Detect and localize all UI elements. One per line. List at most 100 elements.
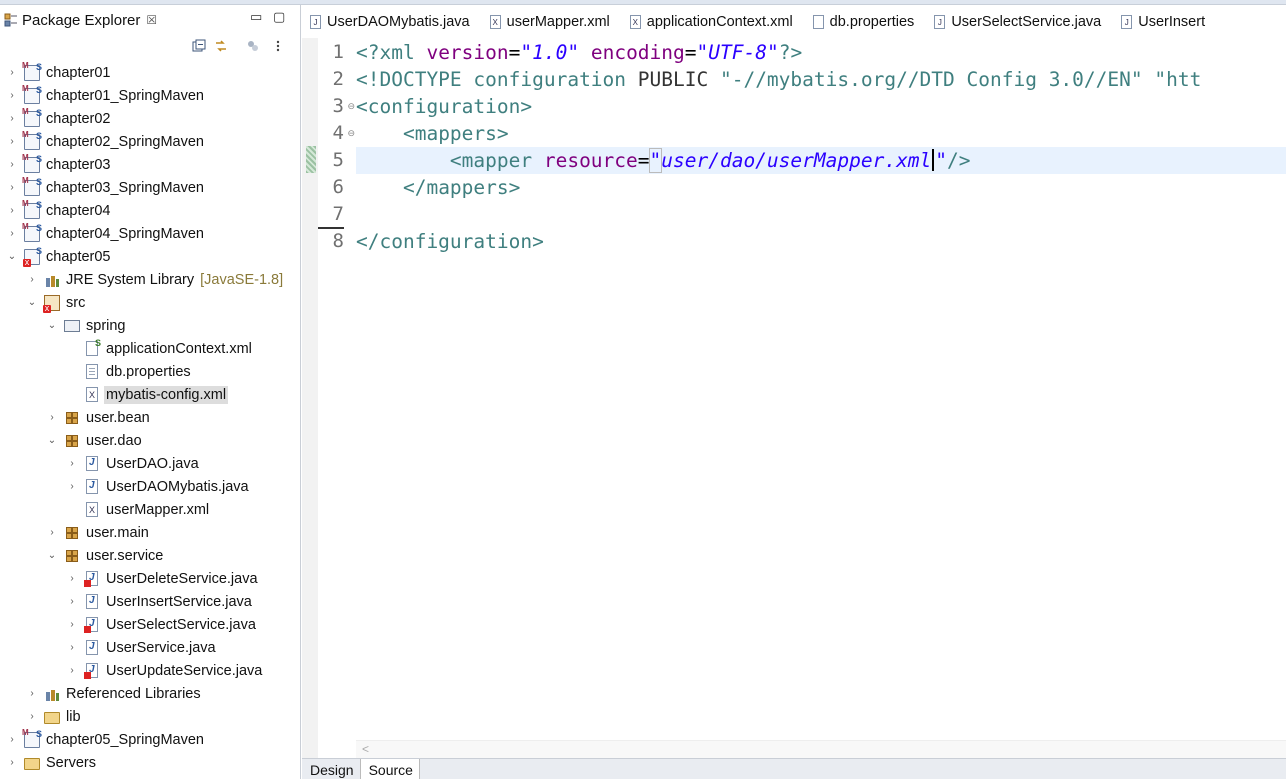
tree-item[interactable]: ⌄ user.dao xyxy=(0,429,300,452)
package-icon xyxy=(66,411,78,424)
expand-arrow-icon[interactable]: › xyxy=(6,159,18,171)
expand-arrow-icon[interactable]: › xyxy=(6,228,18,240)
link-with-editor-icon[interactable] xyxy=(213,39,229,55)
expand-arrow-icon[interactable]: › xyxy=(66,481,78,493)
expand-arrow-icon[interactable]: › xyxy=(6,734,18,746)
package-explorer-icon xyxy=(4,13,18,27)
tree-item[interactable]: ⌄ spring xyxy=(0,314,300,337)
expand-arrow-icon[interactable]: › xyxy=(6,182,18,194)
code-line-3: <configuration> xyxy=(356,95,533,118)
tree-item[interactable]: › UserService.java xyxy=(0,636,300,659)
expand-arrow-icon[interactable]: › xyxy=(66,619,78,631)
expand-arrow-open-icon[interactable]: ⌄ xyxy=(46,320,58,332)
expand-arrow-icon[interactable]: › xyxy=(6,113,18,125)
expand-arrow-icon[interactable]: › xyxy=(46,412,58,424)
expand-arrow-icon[interactable]: › xyxy=(66,665,78,677)
editor-tab-label: userMapper.xml xyxy=(506,13,610,30)
tree-item[interactable]: XuserMapper.xml xyxy=(0,498,300,521)
tree-item[interactable]: › UserDAO.java xyxy=(0,452,300,475)
tree-item[interactable]: ⌄ chapter05 xyxy=(0,245,300,268)
editor-tab[interactable]: db.properties xyxy=(805,5,927,38)
editor-tab[interactable]: J UserInsert xyxy=(1113,5,1217,38)
collapse-all-icon[interactable] xyxy=(191,39,207,55)
xml-file-icon: X xyxy=(86,502,98,517)
tree-item[interactable]: › user.main xyxy=(0,521,300,544)
tree-item[interactable]: applicationContext.xml xyxy=(0,337,300,360)
expand-arrow-icon[interactable]: › xyxy=(6,90,18,102)
explorer-title[interactable]: Package Explorer xyxy=(22,12,140,29)
tree-item-label: UserService.java xyxy=(106,639,216,656)
tree-item[interactable]: › lib xyxy=(0,705,300,728)
expand-arrow-icon[interactable]: › xyxy=(26,711,38,723)
tree-item-label: src xyxy=(66,294,86,311)
expand-arrow-icon[interactable]: › xyxy=(26,688,38,700)
code-area[interactable]: <?xml version="1.0" encoding="UTF-8"?> <… xyxy=(356,38,1286,758)
expand-arrow-open-icon[interactable]: ⌄ xyxy=(6,251,18,263)
tree-item[interactable]: › chapter03 xyxy=(0,153,300,176)
tree-item[interactable]: › chapter04_SpringMaven xyxy=(0,222,300,245)
xml-editor[interactable]: 1 2 3 ⊖ 4 ⊖ 5 6 7 8 <?xml version="1.0" encoding=… xyxy=(302,38,1286,758)
tree-item[interactable]: › UserUpdateService.java xyxy=(0,659,300,682)
editor-tab[interactable]: XuserMapper.xml xyxy=(482,5,622,38)
close-icon[interactable]: ☒ xyxy=(146,13,157,27)
tree-item[interactable]: › Referenced Libraries xyxy=(0,682,300,705)
tree-item[interactable]: › user.bean xyxy=(0,406,300,429)
tree-item[interactable]: › chapter01_SpringMaven xyxy=(0,84,300,107)
expand-arrow-icon[interactable]: › xyxy=(6,205,18,217)
expand-arrow-icon[interactable]: › xyxy=(46,527,58,539)
fold-toggle-icon[interactable]: ⊖ xyxy=(347,120,355,147)
tree-item[interactable]: › chapter05_SpringMaven xyxy=(0,728,300,751)
editor-tab-label: UserInsert xyxy=(1138,13,1206,30)
expand-arrow-icon[interactable]: › xyxy=(26,274,38,286)
expand-arrow-icon[interactable]: › xyxy=(66,573,78,585)
tree-item[interactable]: › chapter02 xyxy=(0,107,300,130)
tree-item[interactable]: › chapter03_SpringMaven xyxy=(0,176,300,199)
view-menu-icon[interactable] xyxy=(270,39,286,55)
tree-item[interactable]: › chapter01 xyxy=(0,61,300,84)
tree-item[interactable]: › JRE System Library [JavaSE-1.8] xyxy=(0,268,300,291)
expand-arrow-icon[interactable]: › xyxy=(66,458,78,470)
tree-item[interactable]: ⌄ user.service xyxy=(0,544,300,567)
minimize-icon[interactable]: ▭ xyxy=(250,9,262,25)
editor-tab[interactable]: XapplicationContext.xml xyxy=(622,5,805,38)
expand-arrow-icon xyxy=(66,343,78,355)
tree-item[interactable]: › UserSelectService.java xyxy=(0,613,300,636)
editor-tab-label: UserSelectService.java xyxy=(951,13,1102,30)
java-file-icon xyxy=(86,479,98,494)
maximize-icon[interactable]: ▢ xyxy=(273,9,285,25)
tree-item-label: chapter01_SpringMaven xyxy=(46,87,204,104)
expand-arrow-open-icon[interactable]: ⌄ xyxy=(26,297,38,309)
line-number-gutter: 1 2 3 ⊖ 4 ⊖ 5 6 7 8 xyxy=(318,38,356,758)
tree-item[interactable]: › UserInsertService.java xyxy=(0,590,300,613)
tree-item[interactable]: Xmybatis-config.xml xyxy=(0,383,300,406)
expand-arrow-open-icon[interactable]: ⌄ xyxy=(46,435,58,447)
editor-tab[interactable]: J UserDAOMybatis.java xyxy=(302,5,482,38)
tree-item[interactable]: › UserDeleteService.java xyxy=(0,567,300,590)
filters-icon[interactable] xyxy=(245,39,261,55)
fold-toggle-icon[interactable]: ⊖ xyxy=(347,93,355,120)
text-caret xyxy=(932,149,935,171)
editor-tab[interactable]: J UserSelectService.java xyxy=(926,5,1113,38)
horizontal-scrollbar[interactable]: < xyxy=(356,740,1286,758)
expand-arrow-icon[interactable]: › xyxy=(66,642,78,654)
expand-arrow-icon[interactable]: › xyxy=(6,757,18,769)
scroll-left-icon[interactable]: < xyxy=(362,742,369,756)
line-number: 1 xyxy=(332,41,344,63)
tree-item[interactable]: › Servers xyxy=(0,751,300,774)
expand-arrow-icon[interactable]: › xyxy=(6,67,18,79)
java-file-icon xyxy=(86,456,98,471)
tree-item[interactable]: › chapter04 xyxy=(0,199,300,222)
project-icon xyxy=(22,84,42,104)
tab-design[interactable]: Design xyxy=(302,759,360,779)
tree-item[interactable]: › chapter02_SpringMaven xyxy=(0,130,300,153)
expand-arrow-icon[interactable]: › xyxy=(6,136,18,148)
tab-source[interactable]: Source xyxy=(359,759,420,779)
library-icon xyxy=(44,271,60,288)
code-line-8: </configuration> xyxy=(356,230,544,253)
expand-arrow-icon[interactable]: › xyxy=(66,596,78,608)
tree-item[interactable]: ⌄ src xyxy=(0,291,300,314)
expand-arrow-open-icon[interactable]: ⌄ xyxy=(46,550,58,562)
tree-item[interactable]: › UserDAOMybatis.java xyxy=(0,475,300,498)
code-line-6: </mappers> xyxy=(402,176,521,199)
tree-item[interactable]: db.properties xyxy=(0,360,300,383)
